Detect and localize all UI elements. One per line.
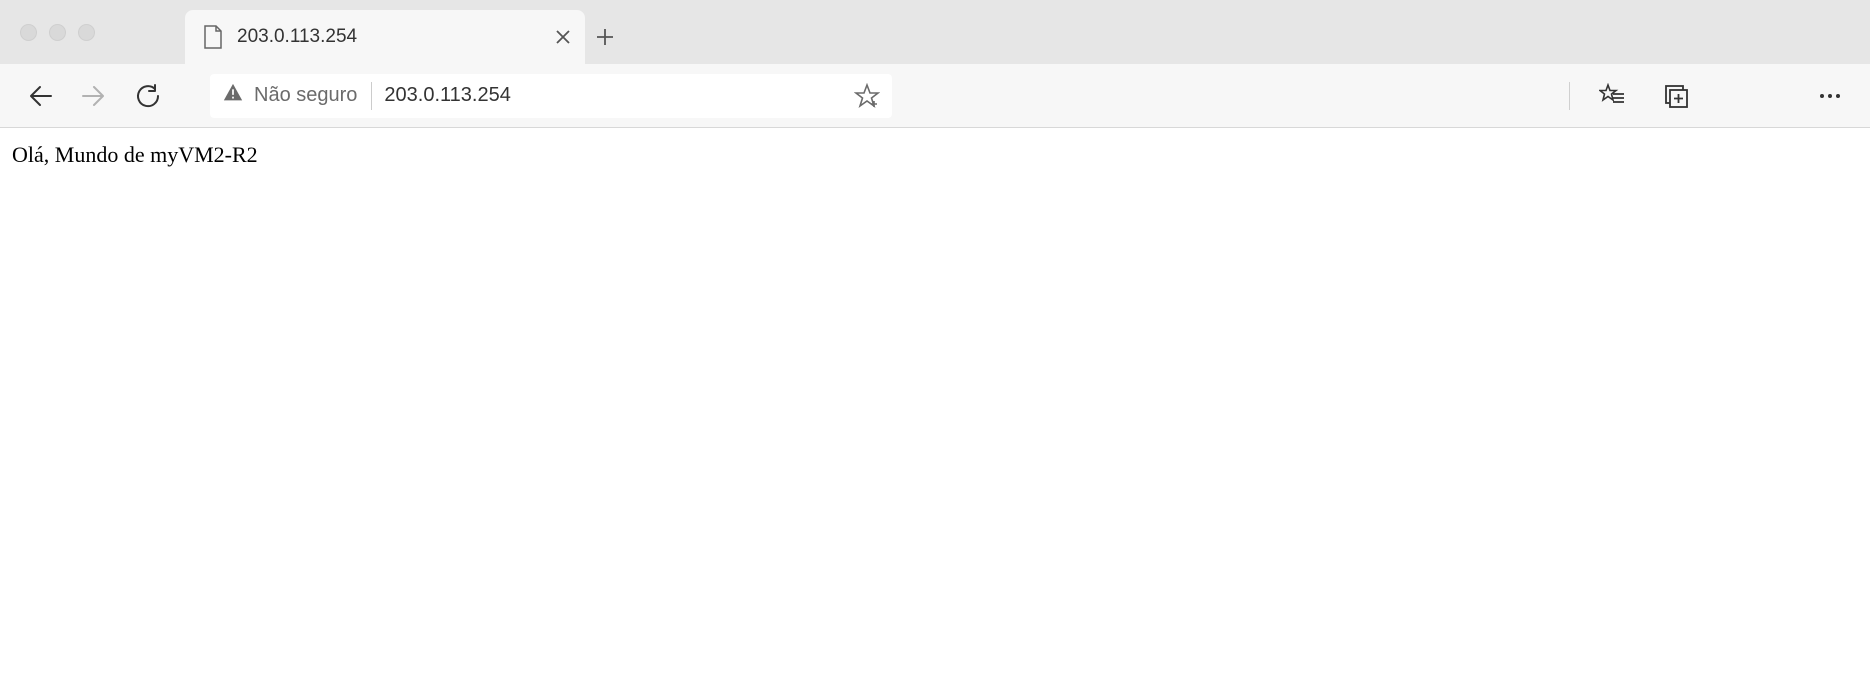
warning-icon: [222, 82, 244, 110]
favorite-star-icon[interactable]: [854, 83, 880, 109]
forward-button: [72, 74, 116, 118]
toolbar: Não seguro 203.0.113.254: [0, 64, 1870, 128]
window-controls: [20, 24, 95, 41]
window-maximize-dot[interactable]: [78, 24, 95, 41]
window-close-dot[interactable]: [20, 24, 37, 41]
back-button[interactable]: [18, 74, 62, 118]
favorites-button[interactable]: [1590, 74, 1634, 118]
url-text[interactable]: 203.0.113.254: [384, 84, 841, 107]
new-tab-button[interactable]: [585, 10, 625, 64]
window-minimize-dot[interactable]: [49, 24, 66, 41]
menu-button[interactable]: [1808, 74, 1852, 118]
security-indicator[interactable]: Não seguro: [222, 82, 372, 110]
toolbar-right: [1569, 74, 1852, 118]
collections-button[interactable]: [1654, 74, 1698, 118]
toolbar-divider: [1569, 82, 1570, 110]
tab-title: 203.0.113.254: [237, 26, 541, 48]
address-bar[interactable]: Não seguro 203.0.113.254: [210, 74, 892, 118]
titlebar: 203.0.113.254: [0, 0, 1870, 64]
file-icon: [203, 25, 223, 49]
browser-tab[interactable]: 203.0.113.254: [185, 10, 585, 64]
refresh-button[interactable]: [126, 74, 170, 118]
security-label-text: Não seguro: [254, 84, 357, 107]
page-content: Olá, Mundo de myVM2-R2: [0, 128, 1870, 182]
close-tab-icon[interactable]: [555, 29, 571, 45]
page-body-text: Olá, Mundo de myVM2-R2: [12, 142, 258, 167]
